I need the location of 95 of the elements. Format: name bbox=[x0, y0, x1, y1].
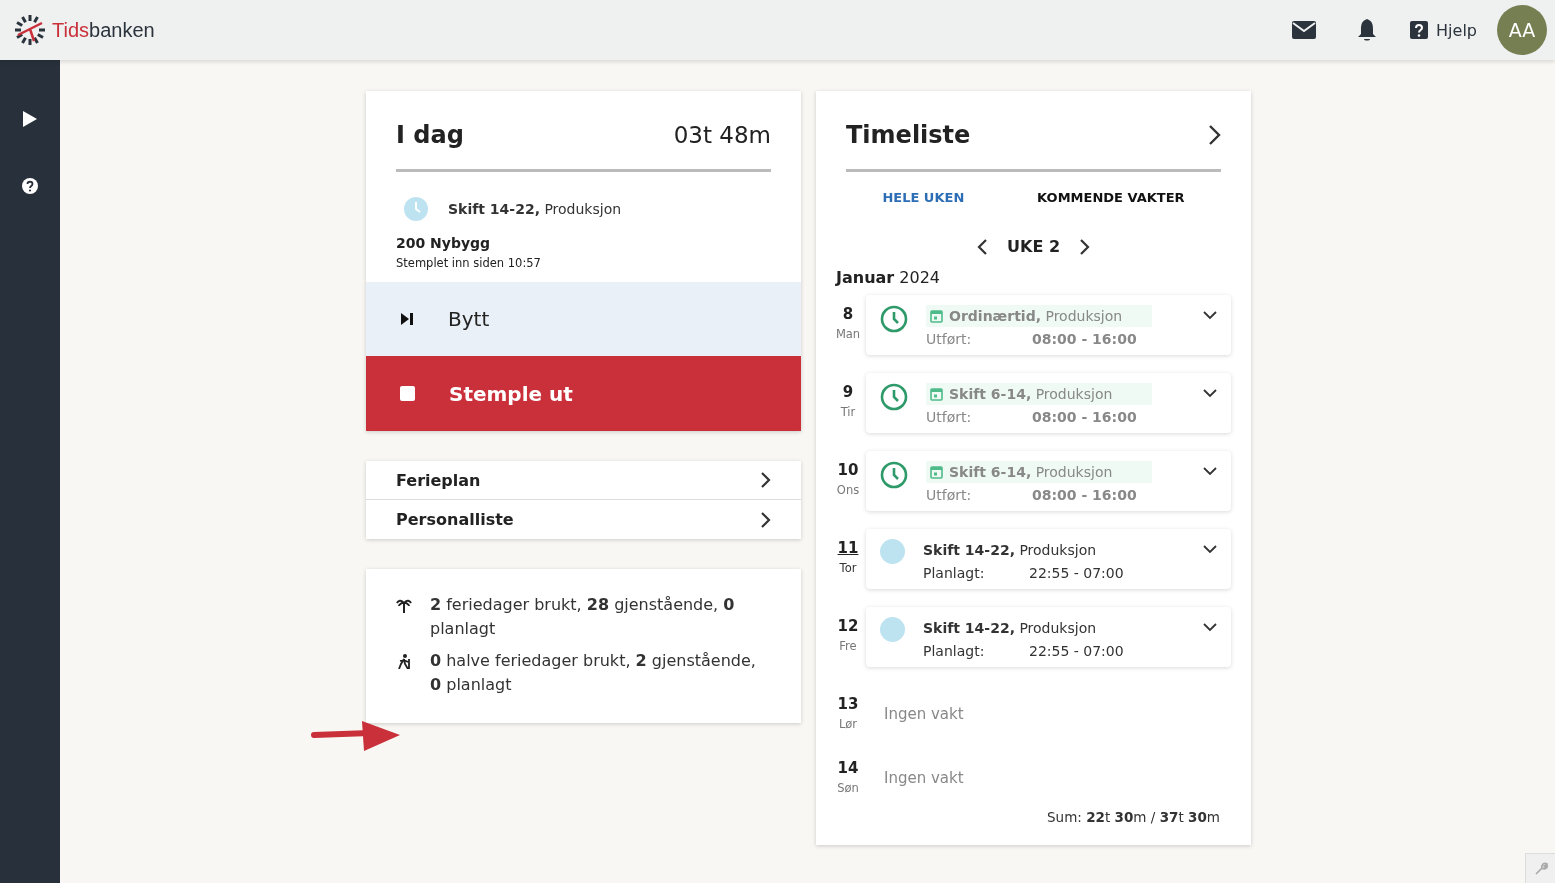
weekday-label: Man bbox=[835, 327, 861, 341]
duration-text: 03t 48m bbox=[673, 122, 771, 148]
palm-tree-icon bbox=[396, 597, 412, 613]
hiker-icon bbox=[396, 653, 412, 669]
user-avatar[interactable]: AA bbox=[1497, 5, 1547, 55]
chevron-down-icon bbox=[1203, 311, 1217, 320]
status-label: Planlagt: bbox=[923, 565, 986, 581]
chevron-left-icon bbox=[977, 237, 989, 256]
time-range: 22:55 - 07:00 bbox=[1029, 565, 1124, 581]
chevron-down-icon bbox=[1203, 467, 1217, 476]
stamped-in-text: Stemplet inn siden 10:57 bbox=[395, 255, 542, 272]
status-dot bbox=[880, 617, 905, 642]
clock-icon bbox=[880, 383, 908, 411]
shift-card[interactable]: Skift 14-22, Produksjon Planlagt: 22:55 - 07:00 bbox=[866, 607, 1231, 667]
shift-card[interactable]: Skift 6-14, Produksjon Utført: 08:00 - 16:00 bbox=[866, 373, 1231, 433]
link-row[interactable]: Personalliste bbox=[366, 500, 801, 539]
vacation-text: 0 halve feriedager brukt, 2 gjenstående, 0 planlagt bbox=[430, 650, 757, 696]
next-week-button[interactable] bbox=[1078, 237, 1090, 256]
time-range: 08:00 - 16:00 bbox=[1032, 487, 1137, 503]
chevron-right-icon bbox=[1078, 237, 1090, 256]
project-name: 200 Nybygg bbox=[395, 235, 492, 251]
day-number: 9 bbox=[842, 383, 854, 401]
play-icon[interactable] bbox=[22, 110, 38, 128]
help-icon[interactable] bbox=[22, 178, 38, 194]
weekday-label: Tor bbox=[839, 561, 857, 575]
shift-text: Skift 6-14, Produksjon bbox=[949, 464, 1113, 480]
link-row[interactable]: Ferieplan bbox=[366, 461, 801, 500]
shift-text: Skift 6-14, Produksjon bbox=[949, 386, 1113, 402]
no-shift-text: Ingen vakt bbox=[883, 704, 964, 723]
switch-button[interactable]: Bytt bbox=[366, 282, 801, 356]
weekday-label: Tir bbox=[840, 405, 856, 419]
status-label: Utført: bbox=[926, 331, 973, 347]
brand-name: Tidsbanken bbox=[52, 18, 155, 42]
weekday-label: Søn bbox=[837, 781, 859, 795]
stop-icon bbox=[400, 386, 415, 401]
shift-text: Ordinærtid, Produksjon bbox=[949, 308, 1123, 324]
tab[interactable]: HELE UKEN bbox=[882, 190, 965, 205]
shift-card[interactable]: Ordinærtid, Produksjon Utført: 08:00 - 16:00 bbox=[866, 295, 1231, 355]
sum-text: Sum: 22t 30m / 37t 30m bbox=[1046, 808, 1221, 827]
day-number: 14 bbox=[837, 759, 859, 777]
month-label: Januar 2024 bbox=[834, 267, 942, 289]
status-label: Utført: bbox=[926, 487, 973, 503]
clock-icon bbox=[880, 461, 908, 489]
chevron-down-icon bbox=[1203, 389, 1217, 398]
link-label: Personalliste bbox=[396, 510, 514, 529]
card-title: Timeliste bbox=[846, 121, 971, 149]
expand-button[interactable] bbox=[1203, 389, 1217, 398]
stamp-out-button[interactable]: Stemple ut bbox=[366, 356, 801, 431]
week-label: UKE 2 bbox=[1007, 237, 1060, 256]
day-number: 11 bbox=[837, 539, 859, 557]
help-icon bbox=[1410, 21, 1429, 39]
mail-icon[interactable] bbox=[1292, 21, 1317, 39]
shift-text: Skift 14-22, Produksjon bbox=[923, 620, 1097, 636]
day-number: 10 bbox=[837, 461, 859, 479]
expand-button[interactable] bbox=[1203, 545, 1217, 554]
weekday-label: Fre bbox=[839, 639, 857, 653]
chevron-right-icon[interactable] bbox=[1207, 124, 1221, 146]
chevron-right-icon bbox=[759, 471, 771, 489]
time-range: 22:55 - 07:00 bbox=[1029, 643, 1124, 659]
tab[interactable]: KOMMENDE VAKTER bbox=[1037, 190, 1185, 205]
no-shift-text: Ingen vakt bbox=[883, 768, 964, 787]
time-range: 08:00 - 16:00 bbox=[1032, 409, 1137, 425]
shift-card[interactable]: Skift 6-14, Produksjon Utført: 08:00 - 16:00 bbox=[866, 451, 1231, 511]
day-number: 8 bbox=[842, 305, 854, 323]
expand-button[interactable] bbox=[1203, 311, 1217, 320]
day-number: 12 bbox=[837, 617, 859, 635]
day-number: 13 bbox=[837, 695, 859, 713]
vacation-text: 2 feriedager brukt, 28 gjenstående, 0 planlagt bbox=[430, 594, 736, 640]
expand-button[interactable] bbox=[1203, 623, 1217, 632]
chevron-down-icon bbox=[1203, 623, 1217, 632]
shift-text: Skift 14-22, Produksjon bbox=[923, 542, 1097, 558]
time-range: 08:00 - 16:00 bbox=[1032, 331, 1137, 347]
wrench-icon bbox=[1533, 861, 1548, 876]
status-label: Utført: bbox=[926, 409, 973, 425]
status-label: Planlagt: bbox=[923, 643, 986, 659]
status-dot bbox=[880, 539, 905, 564]
weekday-label: Lør bbox=[838, 717, 858, 731]
clock-icon bbox=[880, 305, 908, 333]
help-button[interactable]: Hjelp bbox=[1410, 20, 1477, 40]
chevron-right-icon bbox=[759, 510, 771, 529]
shift-card[interactable]: Skift 14-22, Produksjon Planlagt: 22:55 - 07:00 bbox=[866, 529, 1231, 589]
previous-week-button[interactable] bbox=[977, 237, 989, 256]
logo-icon bbox=[14, 14, 46, 46]
clock-icon bbox=[404, 197, 428, 221]
calendar-icon bbox=[930, 465, 943, 479]
expand-button[interactable] bbox=[1203, 467, 1217, 476]
calendar-icon bbox=[930, 387, 943, 401]
skip-icon bbox=[400, 312, 414, 326]
chevron-down-icon bbox=[1203, 545, 1217, 554]
shift-text: Skift 14-22, Produksjon bbox=[448, 201, 622, 217]
link-label: Ferieplan bbox=[396, 470, 481, 490]
weekday-label: Ons bbox=[836, 483, 860, 497]
calendar-icon bbox=[930, 309, 943, 323]
bell-icon[interactable] bbox=[1356, 18, 1379, 42]
card-title: I dag bbox=[396, 121, 464, 149]
